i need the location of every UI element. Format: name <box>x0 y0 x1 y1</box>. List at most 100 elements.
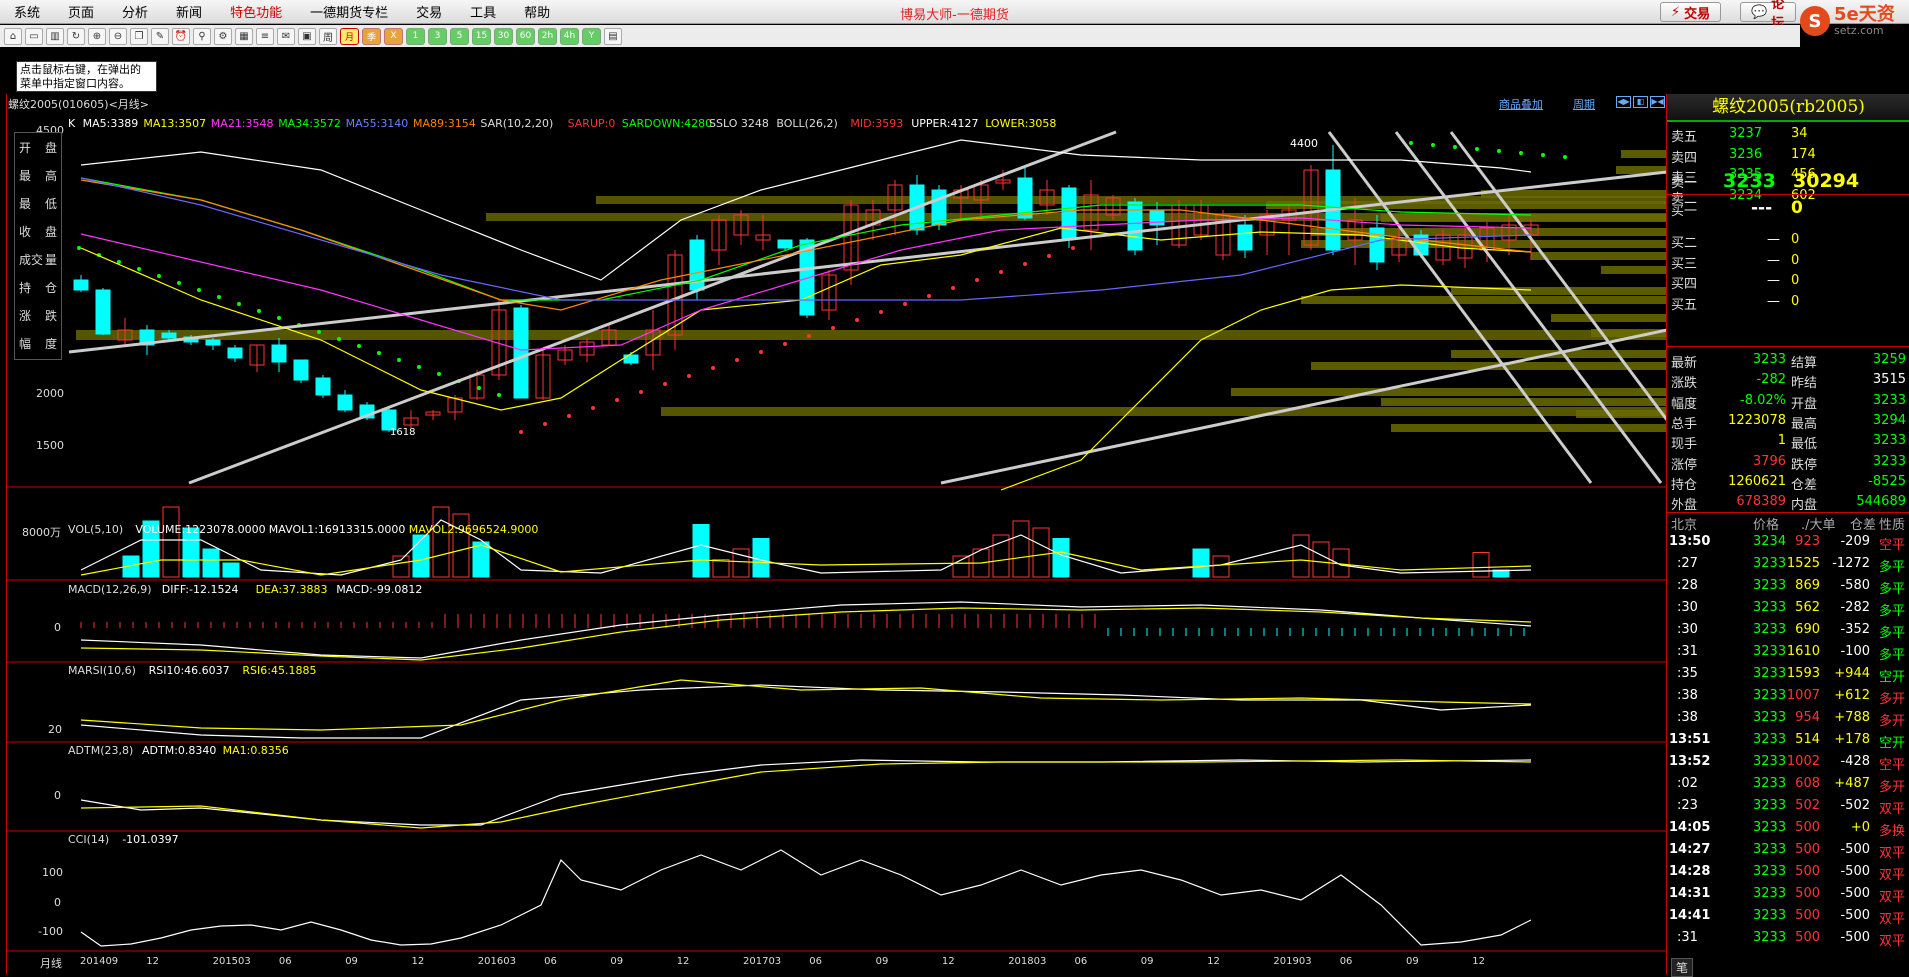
stat-value: 3233 <box>1752 352 1786 367</box>
refresh-icon[interactable]: ↻ <box>67 27 85 45</box>
menu-item[interactable]: 交易 <box>402 2 456 21</box>
sar-dot <box>879 310 883 314</box>
order-icon[interactable]: ✉ <box>277 27 295 45</box>
tick-volume: 502 <box>1795 798 1820 813</box>
period-button[interactable]: 1 <box>406 27 425 45</box>
menu-item[interactable]: 分析 <box>108 2 162 21</box>
candle-body <box>315 377 331 396</box>
period-button[interactable]: X <box>384 27 403 45</box>
volume-bar <box>162 506 180 578</box>
week-icon[interactable]: 周 <box>319 27 337 45</box>
sar-dot <box>663 382 667 386</box>
lightning-icon: ⚡ <box>1671 4 1681 20</box>
folder-icon[interactable]: ▭ <box>25 27 43 45</box>
calendar-icon[interactable]: ▣ <box>298 27 316 45</box>
draw-icon[interactable]: ✎ <box>151 27 169 45</box>
period-button[interactable]: 季 <box>362 27 381 45</box>
tick-price: 3233 <box>1753 600 1787 615</box>
sar-dot <box>543 422 547 426</box>
period-button[interactable]: Y <box>582 27 601 45</box>
volume-profile-bar <box>1231 388 1667 396</box>
stat-row: 幅度 -8.02% 开盘 3233 <box>1667 391 1909 412</box>
menu-item[interactable]: 帮助 <box>510 2 564 21</box>
indicator-value: MACD:-99.0812 <box>336 583 423 596</box>
bid-price: — <box>1767 273 1780 288</box>
date-label: 06 <box>809 956 823 967</box>
calculator-icon[interactable]: ▤ <box>604 27 622 45</box>
tick-time: :23 <box>1677 798 1698 813</box>
alarm-icon[interactable]: ⏰ <box>172 27 190 45</box>
candle-body <box>931 189 947 226</box>
chart-icon[interactable]: ▥ <box>46 27 64 45</box>
tick-row: :38 3233 954 +788 多开 <box>1667 707 1909 729</box>
volume-profile-bar <box>1601 266 1667 274</box>
menu-item[interactable]: 新闻 <box>162 2 216 21</box>
menu-item[interactable]: 特色功能 <box>216 2 296 21</box>
legend-char: 量 <box>44 252 57 267</box>
date-label: 09 <box>610 956 624 967</box>
tick-oi-change: -500 <box>1840 930 1870 945</box>
chat-icon: 💬 <box>1751 4 1768 20</box>
tick-nature: 双平 <box>1879 846 1906 861</box>
period-button[interactable]: 30 <box>494 27 513 45</box>
menu-item[interactable]: 工具 <box>456 2 510 21</box>
period-button[interactable]: 2h <box>538 27 557 45</box>
tick-time: :30 <box>1677 600 1698 615</box>
tick-oi-change: -502 <box>1840 798 1870 813</box>
date-label: 12 <box>676 956 690 967</box>
bid-label: 买三 <box>1671 256 1698 272</box>
window-icon[interactable]: ❐ <box>130 27 148 45</box>
bid-price: — <box>1767 232 1780 247</box>
tick-row: :31 3233 1610 -100 多平 <box>1667 641 1909 663</box>
settings-icon[interactable]: ⚙ <box>214 27 232 45</box>
volume-bar <box>692 524 710 578</box>
sar-dot <box>711 366 715 370</box>
overlay-link[interactable]: 商品叠加 <box>1499 96 1543 112</box>
stat-value: 1223078 <box>1728 412 1786 428</box>
tick-tab[interactable]: 笔 <box>1671 958 1694 977</box>
filter-icon[interactable]: ⚲ <box>193 27 211 45</box>
period-button[interactable]: 60 <box>516 27 535 45</box>
trade-label: 交易 <box>1684 6 1711 22</box>
tick-oi-change: +0 <box>1850 820 1870 835</box>
cci-line <box>80 849 1532 947</box>
logo-text: 5e天资 <box>1834 3 1895 25</box>
tick-nature: 空开 <box>1879 736 1906 751</box>
period-button[interactable]: 4h <box>560 27 579 45</box>
forum-button[interactable]: 💬 论坛 <box>1740 0 1796 31</box>
tick-row: :31 3233 500 -500 双平 <box>1667 927 1909 949</box>
tick-price: 3233 <box>1753 798 1787 813</box>
indicator-value: UPPER:4127 <box>911 117 979 130</box>
scroll-left-icon[interactable]: ◀▶ <box>1616 96 1631 108</box>
menu-item[interactable]: 一德期货专栏 <box>296 2 402 21</box>
candle-body <box>271 344 287 363</box>
period-button[interactable]: 15 <box>472 27 491 45</box>
zoom-in-icon[interactable]: ⊕ <box>88 27 106 45</box>
period-button[interactable]: 3 <box>428 27 447 45</box>
sar-dot <box>567 414 571 418</box>
list-icon[interactable]: ≡ <box>256 27 274 45</box>
table-icon[interactable]: ▦ <box>235 27 253 45</box>
macd-diff-line <box>80 601 1532 659</box>
separator <box>1667 194 1909 195</box>
ohlc-legend-panel: 开盘最高最低收盘成交量持仓涨跌幅度 <box>14 132 62 360</box>
zoom-out-icon[interactable]: ⊖ <box>109 27 127 45</box>
zoom-icon[interactable]: ◧ <box>1633 96 1648 108</box>
tick-volume: 690 <box>1795 622 1820 637</box>
scroll-right-icon[interactable]: ▶◀ <box>1650 96 1665 108</box>
sar-dot <box>1497 149 1501 153</box>
menu-item[interactable]: 页面 <box>54 2 108 21</box>
adtm-line <box>80 759 1532 826</box>
candle-body <box>293 359 309 381</box>
home-icon[interactable]: ⌂ <box>4 27 22 45</box>
period-link[interactable]: 周期 <box>1573 96 1595 112</box>
period-button[interactable]: 月 <box>340 27 359 45</box>
stat-label: 幅度 <box>1671 396 1698 412</box>
axis-label: 2000 <box>36 387 64 400</box>
menu-item[interactable]: 系统 <box>0 2 54 21</box>
date-label: 09 <box>875 956 889 967</box>
tick-time: 13:50 <box>1669 534 1711 549</box>
tick-row: 14:05 3233 500 +0 多换 <box>1667 817 1909 839</box>
period-button[interactable]: 5 <box>450 27 469 45</box>
trade-button[interactable]: ⚡ 交易 <box>1660 2 1722 22</box>
